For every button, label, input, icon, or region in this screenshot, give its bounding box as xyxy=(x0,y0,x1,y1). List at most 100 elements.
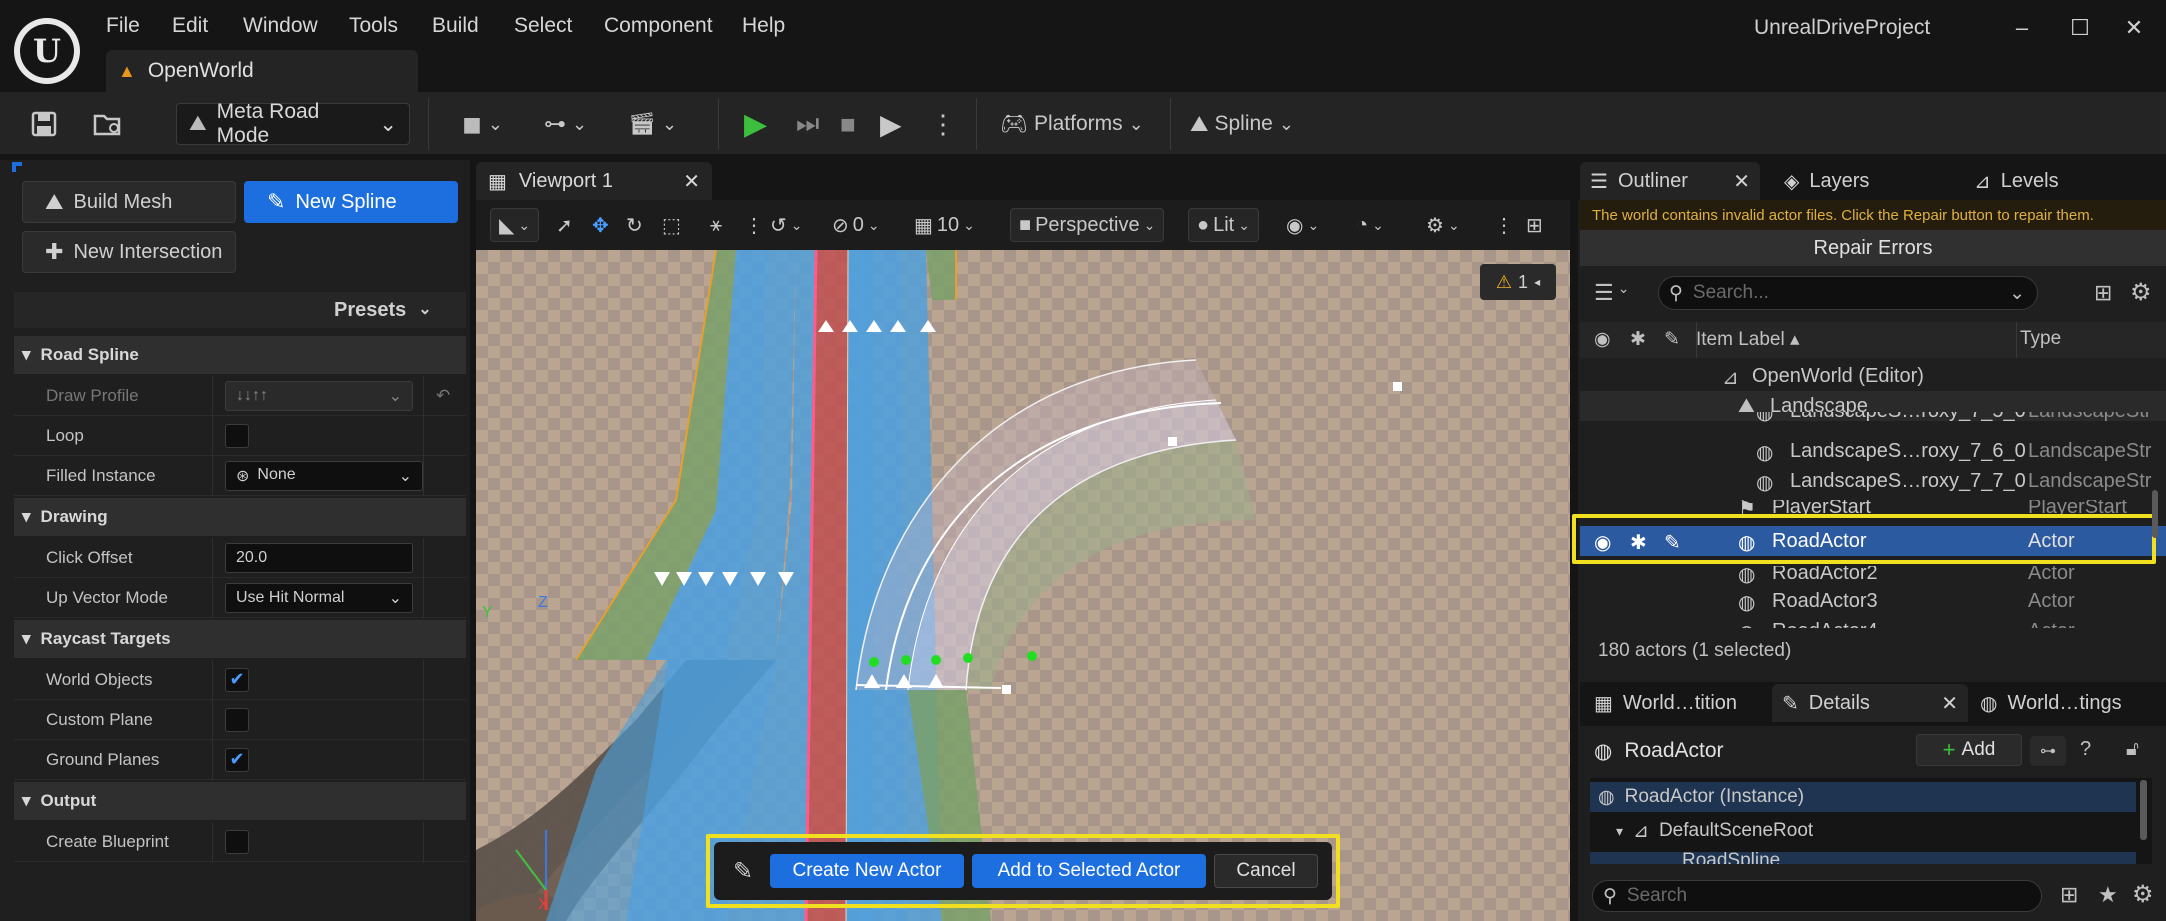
menu-file[interactable]: File xyxy=(106,14,140,38)
select-mode-dropdown[interactable]: ◣ ⌄ xyxy=(490,208,540,242)
close-window-button[interactable]: ✕ xyxy=(2114,10,2154,46)
more-transform-icon[interactable]: ⋮ xyxy=(744,208,764,242)
pin-column-icon[interactable]: ✎ xyxy=(1664,328,1680,351)
outliner-row-landscape-proxy-6[interactable]: ◍ LandscapeS…roxy_7_6_0 LandscapeStr xyxy=(1580,436,2166,466)
blueprint-hierarchy-icon[interactable]: ⊶ xyxy=(2030,736,2066,766)
filled-instance-dropdown[interactable]: ⊛ None ⌄ xyxy=(225,460,423,491)
hierarchy-scene-root-item[interactable]: ▾ ⊿ DefaultSceneRoot xyxy=(1590,816,2136,846)
favorites-star-icon[interactable]: ★ xyxy=(2098,882,2118,908)
click-offset-input[interactable]: 20.0 xyxy=(225,542,413,573)
select-tool-icon[interactable]: ➚ xyxy=(556,208,573,242)
mode-dropdown[interactable]: ⛰ Meta Road Mode ⌄ xyxy=(176,100,410,147)
outliner-row-world[interactable]: ⊿ OpenWorld (Editor) xyxy=(1580,361,2166,391)
menu-edit[interactable]: Edit xyxy=(172,14,208,38)
build-mesh-button[interactable]: ⛰ Build Mesh xyxy=(22,181,236,223)
tab-levels[interactable]: ⊿ Levels xyxy=(1964,162,2059,200)
visibility-column-eye-icon[interactable]: ◉ xyxy=(1594,328,1611,351)
section-output[interactable]: ▾ Output xyxy=(14,782,466,820)
play-icon[interactable]: ▶ xyxy=(744,104,767,144)
performance-button[interactable]: ◔ ⌄ xyxy=(1356,208,1384,242)
tab-outliner[interactable]: ☰ Outliner ✕ xyxy=(1580,162,1760,200)
add-to-selected-actor-button[interactable]: Add to Selected Actor xyxy=(972,854,1206,888)
filter-button[interactable]: ☰ ⌄ xyxy=(1594,280,1629,306)
new-folder-icon[interactable]: ⊞ xyxy=(2094,280,2112,306)
tab-layers[interactable]: ◈ Layers xyxy=(1774,162,1869,200)
repair-errors-button[interactable]: Repair Errors xyxy=(1580,230,2166,266)
menu-tools[interactable]: Tools xyxy=(349,14,398,38)
item-label-column-header[interactable]: Item Label ▴ xyxy=(1696,328,1800,351)
gear-icon[interactable]: ⚙ xyxy=(2130,278,2152,307)
custom-plane-checkbox[interactable] xyxy=(225,707,249,732)
warnings-badge[interactable]: ⚠ 1 ◂ xyxy=(1480,264,1556,300)
section-raycast-targets[interactable]: ▾ Raycast Targets xyxy=(14,620,466,658)
section-drawing[interactable]: ▾ Drawing xyxy=(14,498,466,536)
surface-snap-icon[interactable]: ↺ ⌄ xyxy=(770,208,803,242)
close-icon[interactable]: ✕ xyxy=(1941,691,1958,716)
menu-window[interactable]: Window xyxy=(243,14,318,38)
new-spline-button[interactable]: ✎ New Spline xyxy=(244,181,458,223)
outliner-row-road-actor-4[interactable]: ◍ RoadActor4 Actor xyxy=(1580,616,2166,628)
outliner-row-landscape-proxy-7[interactable]: ◍ LandscapeS…roxy_7_7_0 LandscapeStr xyxy=(1580,466,2166,496)
more-options-icon[interactable]: ⋮ xyxy=(930,104,956,144)
spline-button[interactable]: ⛰ Spline ⌄ xyxy=(1190,104,1294,144)
coordinate-space-icon[interactable]: ⚹ xyxy=(710,208,722,242)
reset-arrow-icon[interactable]: ↶ xyxy=(424,386,450,406)
level-tab[interactable]: ▲ OpenWorld xyxy=(106,50,418,92)
eject-icon[interactable]: ▶ xyxy=(880,104,902,144)
section-road-spline[interactable]: ▾ Road Spline xyxy=(14,336,466,374)
blueprint-icon[interactable]: ⊶ ⌄ xyxy=(544,104,587,144)
show-flags-button[interactable]: ◉ ⌄ xyxy=(1286,208,1319,242)
scale-tool-icon[interactable]: ⬚ xyxy=(662,208,681,242)
favorite-column-star-icon[interactable]: ✱ xyxy=(1630,328,1646,351)
road-scene-graphic[interactable] xyxy=(476,250,1570,921)
viewport-more-icon[interactable]: ⋮ xyxy=(1494,208,1514,242)
outliner-search-input[interactable]: ⚲ Search... ⌄ xyxy=(1658,276,2038,310)
add-component-button[interactable]: + Add xyxy=(1916,734,2022,766)
draw-profile-dropdown[interactable]: ↓↓↑↑ ⌄ xyxy=(225,380,413,411)
tab-details[interactable]: ✎ Details ✕ xyxy=(1772,684,1968,722)
unreal-logo-icon[interactable]: U xyxy=(14,18,80,84)
maximize-button[interactable]: ☐ xyxy=(2060,10,2100,46)
outliner-row-road-actor-3[interactable]: ◍ RoadActor3 Actor xyxy=(1580,586,2166,616)
menu-select[interactable]: Select xyxy=(514,14,572,38)
outliner-row-road-actor-2[interactable]: ◍ RoadActor2 Actor xyxy=(1580,566,2166,584)
ground-planes-checkbox[interactable]: ✔ xyxy=(225,747,249,772)
gear-icon[interactable]: ⚙ xyxy=(2132,880,2154,909)
world-objects-checkbox[interactable]: ✔ xyxy=(225,667,249,692)
minimize-button[interactable]: – xyxy=(2002,10,2042,46)
outliner-row-landscape-proxy-5[interactable]: ◍ LandscapeS…roxy_7_5_0 LandscapeStr xyxy=(1580,412,2166,430)
tab-world-partition[interactable]: ▦ World…tition xyxy=(1584,684,1768,722)
add-actor-icon[interactable]: ◼ ⌄ xyxy=(462,104,503,144)
stop-icon[interactable]: ■ xyxy=(840,104,856,144)
rotate-tool-icon[interactable]: ↻ xyxy=(626,208,643,242)
create-new-actor-button[interactable]: Create New Actor xyxy=(770,854,964,888)
step-forward-icon[interactable]: ⏭ xyxy=(796,104,819,144)
loop-checkbox[interactable] xyxy=(225,423,249,448)
layout-grid-icon[interactable]: ⊞ xyxy=(1526,208,1543,242)
close-icon[interactable]: ✕ xyxy=(683,169,700,194)
viewport-scene[interactable] xyxy=(476,250,1570,921)
type-column-header[interactable]: Type xyxy=(2020,328,2061,350)
lock-icon[interactable]: 🔓︎ xyxy=(2126,738,2139,761)
hierarchy-root-item[interactable]: ◍ RoadActor (Instance) xyxy=(1590,782,2136,812)
create-blueprint-checkbox[interactable] xyxy=(225,829,249,854)
grid-snap-button[interactable]: ▦ 10 ⌄ xyxy=(914,208,975,242)
viewport-tab[interactable]: ▦ Viewport 1 ✕ xyxy=(476,162,712,200)
menu-build[interactable]: Build xyxy=(432,14,479,38)
up-vector-dropdown[interactable]: Use Hit Normal ⌄ xyxy=(225,582,413,613)
viewport-settings-button[interactable]: ⚙ ⌄ xyxy=(1426,208,1460,242)
save-icon[interactable] xyxy=(30,104,58,144)
content-browser-icon[interactable] xyxy=(92,104,124,144)
close-icon[interactable]: ✕ xyxy=(1733,169,1750,194)
platforms-button[interactable]: 🎮︎ Platforms ⌄ xyxy=(1000,104,1144,144)
new-intersection-button[interactable]: ✚ New Intersection xyxy=(22,231,236,273)
perspective-dropdown[interactable]: ■ Perspective ⌄ xyxy=(1010,208,1165,242)
outliner-scrollbar[interactable] xyxy=(2152,490,2158,538)
cancel-button[interactable]: Cancel xyxy=(1214,854,1318,888)
menu-help[interactable]: Help xyxy=(742,14,785,38)
hierarchy-road-spline-item[interactable]: RoadSpline xyxy=(1590,852,2136,864)
help-icon[interactable]: ? xyxy=(2080,738,2091,761)
table-view-icon[interactable]: ⊞ xyxy=(2060,882,2078,908)
details-search-input[interactable]: ⚲ Search xyxy=(1592,880,2042,912)
menu-component[interactable]: Component xyxy=(604,14,713,38)
